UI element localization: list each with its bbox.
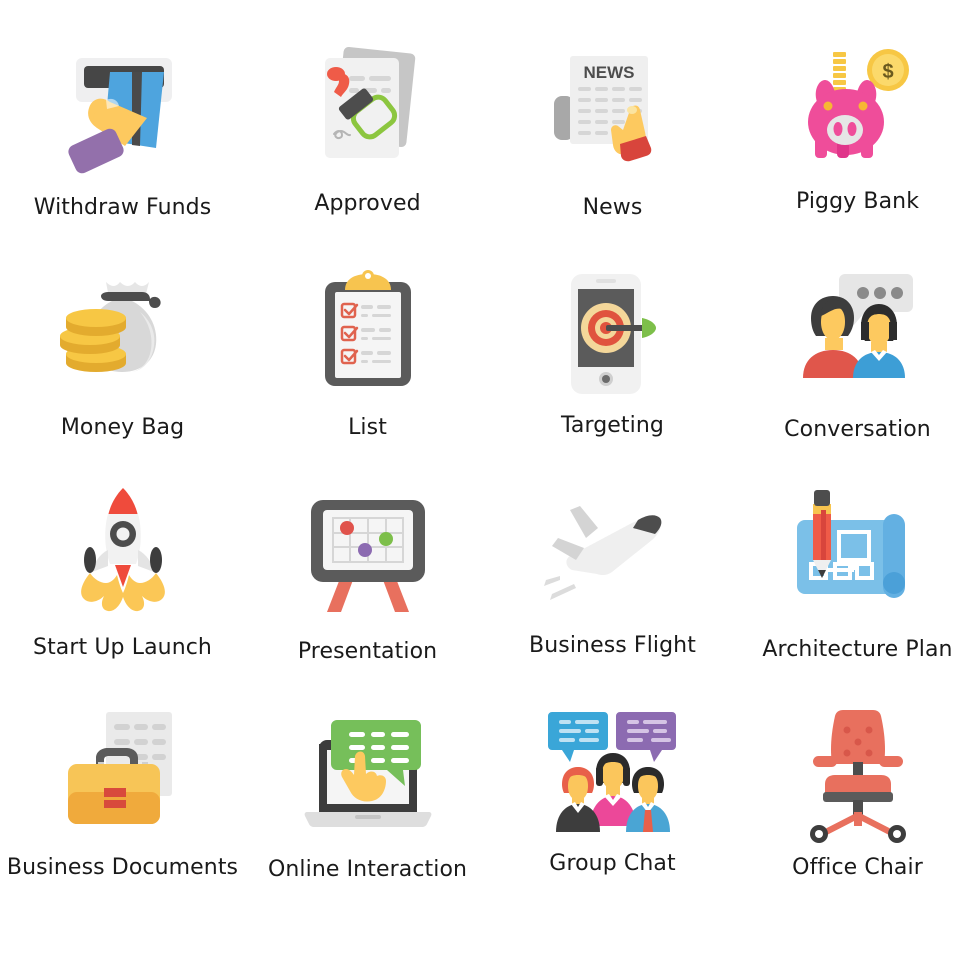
icon-label: Business Documents — [6, 855, 239, 880]
icon-cell-office-chair[interactable]: Office Chair — [735, 700, 980, 920]
icon-label: Architecture Plan — [762, 637, 953, 662]
icon-label: Online Interaction — [267, 857, 468, 882]
icon-cell-money-bag[interactable]: Money Bag — [0, 260, 245, 480]
money-bag-coins-icon — [48, 260, 198, 410]
presentation-board-icon — [293, 480, 443, 630]
icon-label: Withdraw Funds — [33, 195, 212, 220]
icon-cell-presentation[interactable]: Presentation — [245, 480, 490, 700]
icon-label: Piggy Bank — [795, 189, 920, 214]
briefcase-document-icon — [48, 700, 198, 850]
svg-text:NEWS: NEWS — [583, 63, 634, 82]
icon-cell-targeting[interactable]: Targeting — [490, 260, 735, 480]
icon-label: Conversation — [784, 417, 931, 442]
icon-label: Targeting — [561, 413, 664, 438]
mobile-target-dart-icon — [538, 260, 688, 410]
rocket-launch-icon — [48, 480, 198, 630]
icon-cell-news[interactable]: NEWS News — [490, 40, 735, 260]
icon-label: Presentation — [297, 639, 438, 664]
newspaper-hand-icon: NEWS — [538, 40, 688, 190]
icon-cell-conversation[interactable]: Conversation — [735, 260, 980, 480]
svg-text:$: $ — [882, 61, 893, 83]
icon-label: Office Chair — [792, 855, 923, 880]
approved-stamp-document-icon — [293, 40, 443, 190]
atm-card-hand-icon — [48, 40, 198, 190]
icon-cell-list[interactable]: List — [245, 260, 490, 480]
airplane-icon — [538, 480, 688, 630]
icon-grid: Withdraw Funds Approved NEWS News $ Pigg… — [0, 0, 980, 980]
office-chair-icon — [783, 700, 933, 850]
icon-cell-start-up-launch[interactable]: Start Up Launch — [0, 480, 245, 700]
group-chat-people-icon — [538, 700, 688, 850]
icon-label: List — [348, 415, 387, 440]
icon-cell-group-chat[interactable]: Group Chat — [490, 700, 735, 920]
icon-label: News — [582, 195, 643, 220]
icon-label: Money Bag — [60, 415, 185, 440]
icon-cell-business-documents[interactable]: Business Documents — [0, 700, 245, 920]
icon-cell-approved[interactable]: Approved — [245, 40, 490, 260]
blueprint-pencil-icon — [783, 480, 933, 630]
piggy-bank-coin-icon: $ — [783, 40, 933, 190]
icon-label: Business Flight — [529, 633, 696, 658]
clipboard-checklist-icon — [293, 260, 443, 410]
icon-label: Approved — [314, 191, 421, 216]
two-people-speech-bubble-icon — [783, 260, 933, 410]
icon-label: Group Chat — [549, 851, 676, 876]
icon-label: Start Up Launch — [33, 635, 212, 660]
icon-cell-architecture-plan[interactable]: Architecture Plan — [735, 480, 980, 700]
laptop-chat-hand-icon — [293, 700, 443, 850]
icon-cell-piggy-bank[interactable]: $ Piggy Bank — [735, 40, 980, 260]
icon-cell-online-interaction[interactable]: Online Interaction — [245, 700, 490, 920]
icon-cell-withdraw-funds[interactable]: Withdraw Funds — [0, 40, 245, 260]
icon-cell-business-flight[interactable]: Business Flight — [490, 480, 735, 700]
